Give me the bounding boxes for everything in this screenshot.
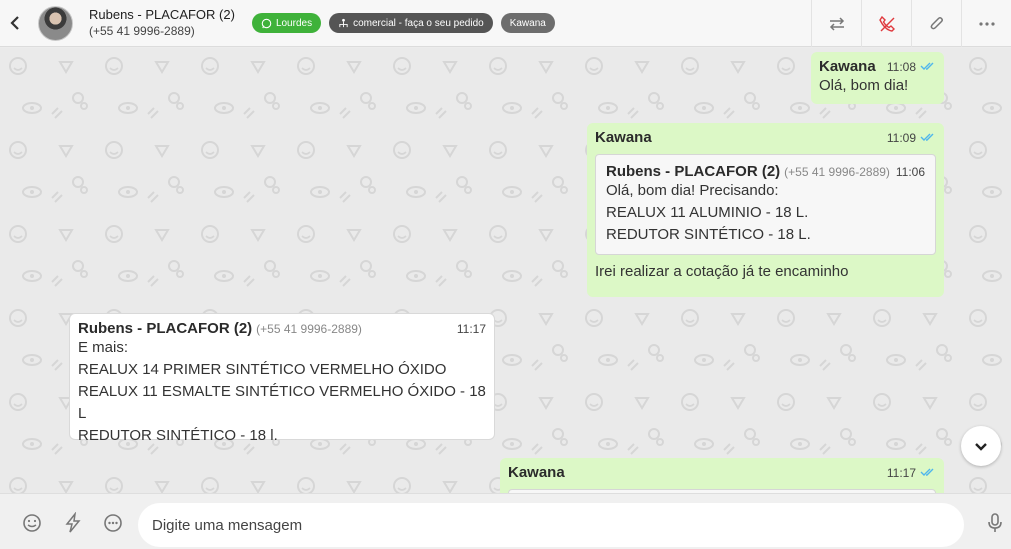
tag-comercial[interactable]: comercial - faça o seu pedido bbox=[329, 13, 493, 33]
message-outgoing[interactable]: Kawana 11:17 bbox=[500, 458, 944, 493]
message-sender: Kawana bbox=[819, 58, 876, 75]
message-sender: Kawana bbox=[595, 129, 652, 146]
transfer-button[interactable] bbox=[811, 0, 861, 47]
more-options-icon[interactable] bbox=[102, 512, 124, 534]
tag-lourdes[interactable]: Lourdes bbox=[251, 13, 322, 33]
end-call-button[interactable] bbox=[861, 0, 911, 47]
contact-name: Rubens - PLACAFOR (2) bbox=[89, 7, 235, 22]
quoted-time: 11:06 bbox=[895, 165, 925, 179]
tag-kawana[interactable]: Kawana bbox=[500, 13, 555, 33]
quoted-phone: (+55 41 9996-2889) bbox=[784, 165, 890, 179]
sitemap-icon bbox=[339, 18, 348, 27]
double-check-icon bbox=[920, 466, 936, 480]
tag-label: comercial - faça o seu pedido bbox=[353, 17, 484, 29]
message-outgoing-reply[interactable]: Kawana 11:09 Rubens - PLACAFOR (2) (+55 4… bbox=[587, 123, 944, 297]
double-check-icon bbox=[920, 131, 936, 145]
chat-area[interactable]: Kawana 11:08 Olá, bom dia! Kawana 11:09 … bbox=[0, 48, 1011, 493]
chevron-left-icon bbox=[10, 16, 19, 30]
chat-header: Rubens - PLACAFOR (2) (+55 41 9996-2889)… bbox=[0, 0, 1011, 47]
tag-label: Lourdes bbox=[275, 17, 313, 29]
message-line: REDUTOR SINTÉTICO - 18 l. bbox=[78, 427, 278, 444]
scroll-down-button[interactable] bbox=[961, 426, 1001, 466]
message-incoming[interactable]: Rubens - PLACAFOR (2) (+55 41 9996-2889) … bbox=[69, 313, 495, 444]
tag-list: Lourdes comercial - faça o seu pedido Ka… bbox=[251, 13, 555, 33]
double-check-icon bbox=[920, 60, 936, 74]
microphone-icon[interactable] bbox=[984, 512, 1006, 534]
message-phone: (+55 41 9996-2889) bbox=[256, 322, 362, 336]
back-button[interactable] bbox=[0, 0, 30, 47]
message-time: 11:17 bbox=[886, 466, 916, 480]
message-line: E mais: bbox=[78, 339, 129, 356]
message-time: 11:17 bbox=[456, 322, 486, 336]
message-time: 11:08 bbox=[886, 60, 916, 74]
more-button[interactable] bbox=[961, 0, 1011, 47]
message-outgoing[interactable]: Kawana 11:08 Olá, bom dia! bbox=[811, 52, 944, 104]
transfer-icon bbox=[829, 16, 844, 31]
message-sender: Rubens - PLACAFOR (2) bbox=[78, 320, 253, 337]
message-text: Irei realizar a cotação já te encaminho bbox=[595, 263, 849, 280]
end-call-icon bbox=[878, 15, 895, 32]
contact-avatar[interactable] bbox=[38, 5, 73, 41]
message-text: Olá, bom dia! bbox=[819, 77, 909, 94]
whatsapp-icon bbox=[261, 18, 272, 28]
quoted-line: Olá, bom dia! Precisando: bbox=[606, 182, 779, 199]
contact-phone: (+55 41 9996-2889) bbox=[89, 24, 195, 38]
message-line: REALUX 11 ESMALTE SINTÉTICO VERMELHO ÓXI… bbox=[78, 383, 486, 422]
attach-icon bbox=[930, 16, 943, 29]
quoted-sender: Rubens - PLACAFOR (2) bbox=[606, 163, 781, 180]
message-sender: Kawana bbox=[508, 464, 565, 481]
chevron-down-icon bbox=[975, 443, 987, 451]
message-time: 11:09 bbox=[886, 131, 916, 145]
quoted-message[interactable]: Rubens - PLACAFOR (2) (+55 41 9996-2889) … bbox=[595, 154, 936, 255]
more-icon bbox=[978, 21, 995, 26]
emoji-icon[interactable] bbox=[21, 512, 43, 534]
quick-reply-icon[interactable] bbox=[62, 512, 84, 534]
quoted-line: REALUX 11 ALUMINIO - 18 L. bbox=[606, 204, 809, 221]
message-line: REALUX 14 PRIMER SINTÉTICO VERMELHO ÓXID… bbox=[78, 361, 447, 378]
header-actions bbox=[811, 0, 1011, 47]
quoted-line: REDUTOR SINTÉTICO - 18 L. bbox=[606, 226, 811, 243]
message-composer bbox=[0, 493, 1011, 549]
message-input[interactable] bbox=[138, 503, 964, 547]
contact-info[interactable]: Rubens - PLACAFOR (2) (+55 41 9996-2889) bbox=[89, 0, 235, 47]
tag-label: Kawana bbox=[509, 17, 546, 29]
attach-button[interactable] bbox=[911, 0, 961, 47]
